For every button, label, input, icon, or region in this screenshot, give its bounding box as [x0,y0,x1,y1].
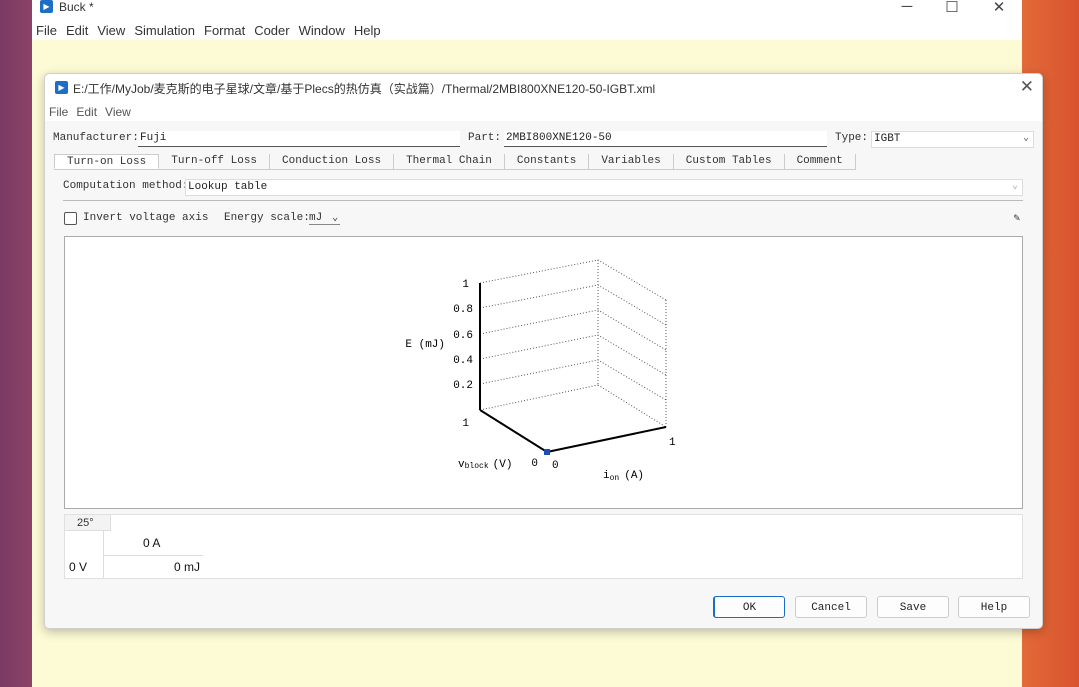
manufacturer-label: Manufacturer: [53,132,139,144]
back-wall-top-edge [479,259,667,301]
plecs-app-icon: ▶ [55,81,68,94]
dialog-menu-edit[interactable]: Edit [76,105,97,119]
device-fields: Manufacturer: Fuji Part: 2MBI800XNE120-5… [53,131,1034,148]
invert-voltage-label: Invert voltage axis [83,212,209,224]
z-tick-0.6: 0.6 [453,330,473,342]
menu-file[interactable]: File [36,23,57,38]
dialog-title: E:/工作/MyJob/麦克斯的电子星球/文章/基于Plecs的热仿真（实战篇）… [73,82,656,96]
chevron-down-icon: ⌄ [1022,133,1029,144]
z-axis-label: E (mJ) [405,339,445,351]
chevron-down-icon: ⌄ [332,213,339,224]
cancel-button[interactable]: Cancel [795,596,867,618]
main-menubar: File Edit View Simulation Format Coder W… [32,20,1022,40]
save-button[interactable]: Save [877,596,949,618]
tab-thermal-chain[interactable]: Thermal Chain [394,154,505,169]
tab-turn-on-loss[interactable]: Turn-on Loss [54,154,160,169]
data-point-marker [544,449,550,455]
z-tick-1: 1 [462,279,469,291]
menu-help[interactable]: Help [354,23,381,38]
ok-button[interactable]: OK [713,596,785,618]
divider [63,200,1023,201]
type-select-value: IGBT [874,133,901,145]
ion-tick-origin: 0 [552,460,559,472]
tab-custom-tables[interactable]: Custom Tables [674,154,785,169]
vblock-tick-far: 1 [462,418,469,430]
vblock-axis-label: vblock (V) [458,459,512,471]
menu-format[interactable]: Format [204,23,245,38]
grid-lines [479,284,667,428]
chevron-down-icon: ⌄ [1011,181,1018,192]
menu-view[interactable]: View [97,23,125,38]
dialog-menu-view[interactable]: View [105,105,131,119]
maximize-icon[interactable]: ☐ [932,0,972,16]
options-row: Invert voltage axis Energy scale: mJ ⌄ ✎ [64,211,1023,227]
tab-conduction-loss[interactable]: Conduction Loss [270,154,395,169]
ion-axis [546,426,667,453]
computation-row: Computation method: Lookup table ⌄ [63,179,1023,196]
energy-scale-select[interactable]: mJ ⌄ [309,212,341,225]
tab-bar: Turn-on Loss Turn-off Loss Conduction Lo… [54,154,856,170]
vblock-axis [479,409,548,453]
loss-surface-plot: 1 0.8 0.6 0.4 0.2 E (mJ) 1 0 vblock (V) 0… [405,259,676,483]
energy-value-cell[interactable]: 0 mJ [174,560,200,574]
manufacturer-input[interactable]: Fuji [138,131,460,147]
lookup-table: 25° 0 A 0 V 0 mJ [64,514,1023,579]
z-tick-0.4: 0.4 [453,355,473,367]
main-titlebar: ▶ Buck * ─ ☐ ✕ [32,0,1022,20]
main-window-title: Buck * [59,0,94,14]
ion-axis-label: ion (A) [603,470,644,483]
table-divider [103,555,203,556]
ion-tick-far: 1 [669,437,676,449]
tab-constants[interactable]: Constants [505,154,590,169]
z-tick-0.2: 0.2 [453,380,473,392]
vblock-tick-origin: 0 [531,458,538,470]
temperature-tab[interactable]: 25° [65,515,111,531]
thermal-editor-dialog: ▶ E:/工作/MyJob/麦克斯的电子星球/文章/基于Plecs的热仿真（实战… [44,73,1043,629]
voltage-header-cell[interactable]: 0 V [69,560,87,574]
type-label: Type: [835,132,869,144]
tab-variables[interactable]: Variables [589,154,674,169]
dialog-menubar: File Edit View [45,102,1042,121]
z-tick-0.8: 0.8 [453,304,473,316]
energy-scale-label: Energy scale: [224,212,310,224]
dialog-menu-file[interactable]: File [49,105,68,119]
help-button[interactable]: Help [958,596,1030,618]
loss-plot-panel: 1 0.8 0.6 0.4 0.2 E (mJ) 1 0 vblock (V) 0… [64,236,1023,509]
menu-window[interactable]: Window [299,23,345,38]
dialog-close-icon[interactable]: ✕ [1020,77,1034,97]
minimize-icon[interactable]: ─ [887,0,927,15]
current-header-cell[interactable]: 0 A [143,536,160,550]
plecs-app-icon: ▶ [40,0,53,13]
computation-method-value: Lookup table [188,181,268,193]
part-label: Part: [468,132,502,144]
menu-coder[interactable]: Coder [254,23,289,38]
tab-turn-off-loss[interactable]: Turn-off Loss [159,154,271,169]
dialog-titlebar: ▶ E:/工作/MyJob/麦克斯的电子星球/文章/基于Plecs的热仿真（实战… [45,74,1042,102]
tab-comment[interactable]: Comment [785,154,856,169]
part-input[interactable]: 2MBI800XNE120-50 [504,131,827,147]
menu-edit[interactable]: Edit [66,23,88,38]
pencil-icon[interactable]: ✎ [1013,211,1020,225]
computation-method-select[interactable]: Lookup table ⌄ [185,179,1023,196]
energy-scale-value: mJ [309,212,323,224]
invert-voltage-checkbox[interactable] [64,212,77,225]
close-icon[interactable]: ✕ [979,0,1019,16]
type-select[interactable]: IGBT ⌄ [871,131,1034,148]
computation-method-label: Computation method: [63,180,189,192]
menu-simulation[interactable]: Simulation [134,23,195,38]
